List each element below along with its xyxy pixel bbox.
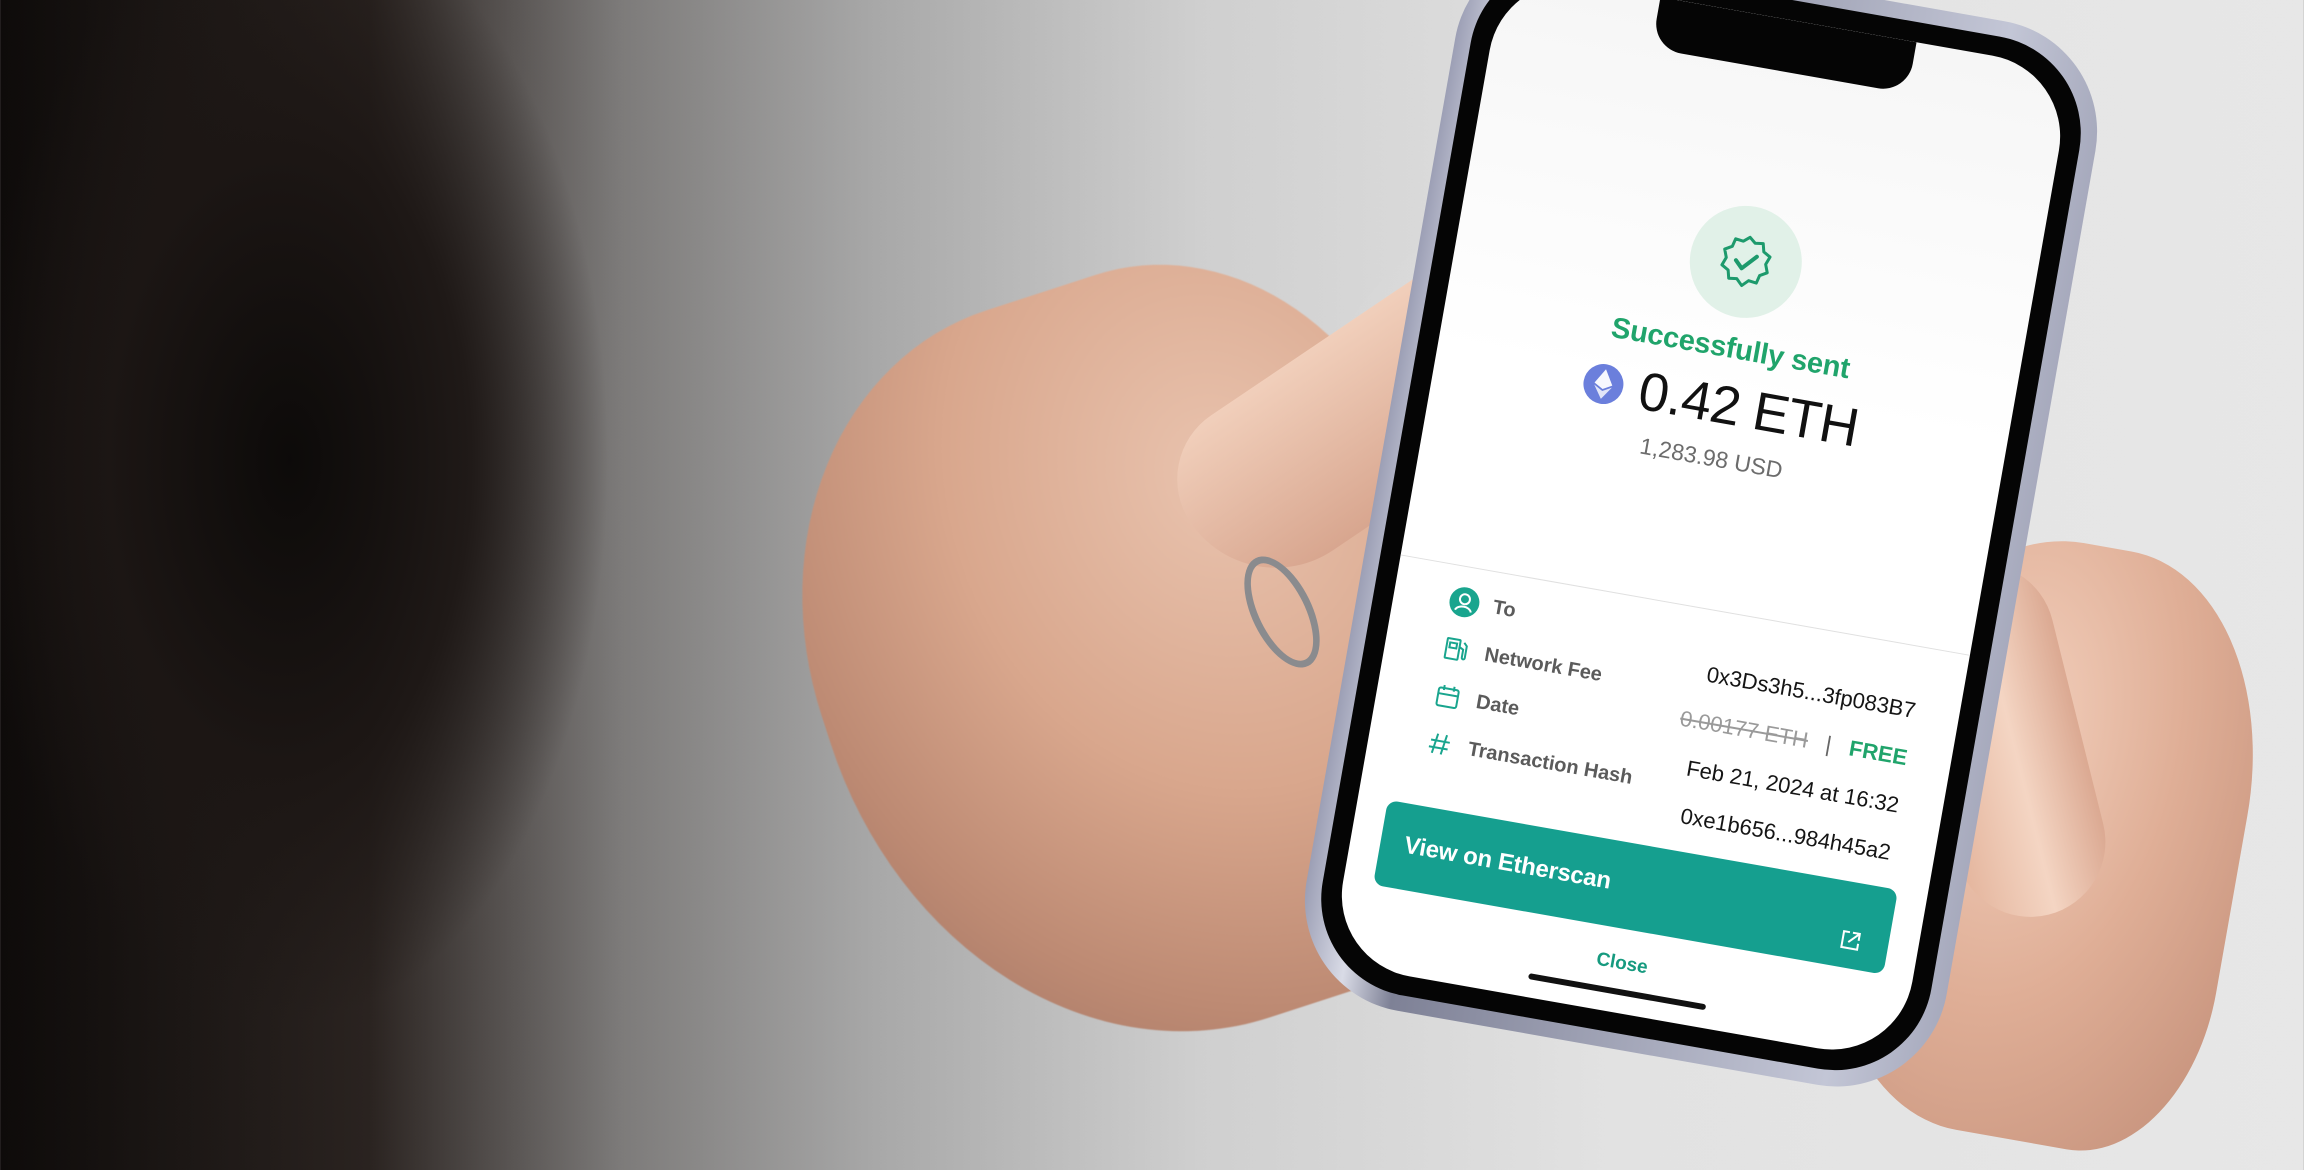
- detail-date-label: Date: [1474, 690, 1522, 720]
- ethereum-glyph: [1594, 369, 1613, 399]
- fuel-pump-glyph: [1443, 637, 1468, 661]
- detail-fee-label: Network Fee: [1482, 643, 1604, 686]
- hash-icon: [1422, 727, 1457, 762]
- detail-to-label: To: [1491, 595, 1518, 622]
- ethereum-icon: [1580, 360, 1627, 408]
- external-link-icon: [1840, 929, 1861, 951]
- user-glyph: [1454, 593, 1472, 613]
- verified-badge-check-icon: [1720, 235, 1772, 288]
- success-badge: [1680, 197, 1811, 327]
- view-on-etherscan-label: View on Etherscan: [1402, 831, 1614, 895]
- calendar-icon: [1430, 679, 1465, 714]
- hash-glyph: [1428, 733, 1450, 755]
- detail-to-label-group: To: [1446, 578, 1520, 633]
- user-circle-icon: [1447, 584, 1482, 620]
- fuel-pump-icon: [1439, 632, 1474, 667]
- calendar-glyph: [1435, 684, 1460, 710]
